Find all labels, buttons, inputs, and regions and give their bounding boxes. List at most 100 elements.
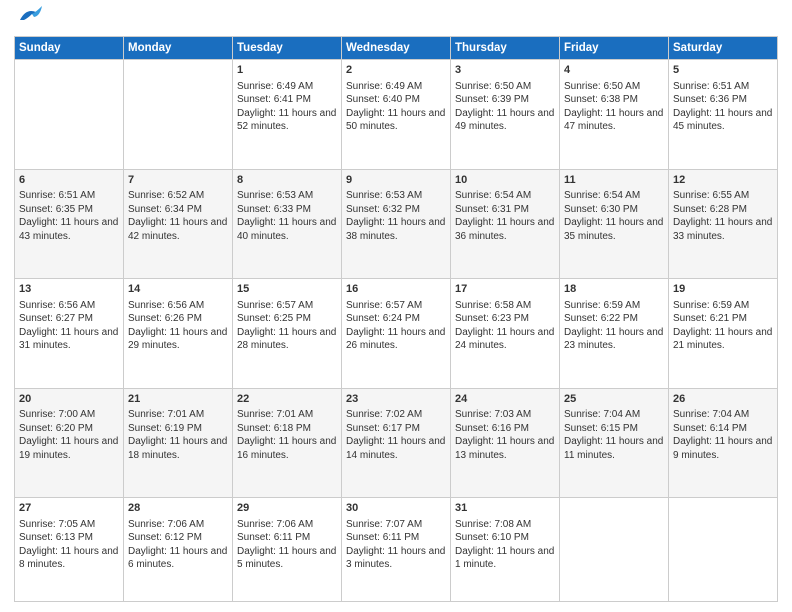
table-row: 19Sunrise: 6:59 AMSunset: 6:21 PMDayligh… (669, 279, 778, 389)
sunset-text: Sunset: 6:41 PM (237, 93, 337, 107)
sunrise-text: Sunrise: 6:53 AM (237, 189, 337, 203)
sunrise-text: Sunrise: 7:00 AM (19, 408, 119, 422)
daylight-text: Daylight: 11 hours and 18 minutes. (128, 435, 228, 462)
table-row: 23Sunrise: 7:02 AMSunset: 6:17 PMDayligh… (342, 388, 451, 498)
daylight-text: Daylight: 11 hours and 45 minutes. (673, 107, 773, 134)
table-row: 5Sunrise: 6:51 AMSunset: 6:36 PMDaylight… (669, 60, 778, 170)
daylight-text: Daylight: 11 hours and 40 minutes. (237, 216, 337, 243)
daylight-text: Daylight: 11 hours and 50 minutes. (346, 107, 446, 134)
sunrise-text: Sunrise: 6:56 AM (128, 299, 228, 313)
sunset-text: Sunset: 6:32 PM (346, 203, 446, 217)
day-number: 5 (673, 63, 773, 78)
daylight-text: Daylight: 11 hours and 9 minutes. (673, 435, 773, 462)
table-row: 8Sunrise: 6:53 AMSunset: 6:33 PMDaylight… (233, 169, 342, 279)
day-number: 28 (128, 501, 228, 516)
sunset-text: Sunset: 6:36 PM (673, 93, 773, 107)
daylight-text: Daylight: 11 hours and 11 minutes. (564, 435, 664, 462)
sunrise-text: Sunrise: 6:56 AM (19, 299, 119, 313)
table-row: 13Sunrise: 6:56 AMSunset: 6:27 PMDayligh… (15, 279, 124, 389)
table-row: 14Sunrise: 6:56 AMSunset: 6:26 PMDayligh… (124, 279, 233, 389)
sunset-text: Sunset: 6:16 PM (455, 422, 555, 436)
sunset-text: Sunset: 6:11 PM (346, 531, 446, 545)
daylight-text: Daylight: 11 hours and 49 minutes. (455, 107, 555, 134)
calendar-header-row: Sunday Monday Tuesday Wednesday Thursday… (15, 37, 778, 60)
sunrise-text: Sunrise: 7:05 AM (19, 518, 119, 532)
sunset-text: Sunset: 6:11 PM (237, 531, 337, 545)
sunset-text: Sunset: 6:39 PM (455, 93, 555, 107)
table-row: 1Sunrise: 6:49 AMSunset: 6:41 PMDaylight… (233, 60, 342, 170)
sunrise-text: Sunrise: 7:01 AM (237, 408, 337, 422)
sunset-text: Sunset: 6:25 PM (237, 312, 337, 326)
col-wednesday: Wednesday (342, 37, 451, 60)
day-number: 18 (564, 282, 664, 297)
sunrise-text: Sunrise: 6:54 AM (564, 189, 664, 203)
day-number: 31 (455, 501, 555, 516)
sunrise-text: Sunrise: 6:53 AM (346, 189, 446, 203)
table-row: 15Sunrise: 6:57 AMSunset: 6:25 PMDayligh… (233, 279, 342, 389)
sunrise-text: Sunrise: 6:50 AM (455, 80, 555, 94)
table-row: 31Sunrise: 7:08 AMSunset: 6:10 PMDayligh… (451, 498, 560, 602)
sunset-text: Sunset: 6:38 PM (564, 93, 664, 107)
table-row: 29Sunrise: 7:06 AMSunset: 6:11 PMDayligh… (233, 498, 342, 602)
day-number: 19 (673, 282, 773, 297)
sunset-text: Sunset: 6:21 PM (673, 312, 773, 326)
sunrise-text: Sunrise: 7:01 AM (128, 408, 228, 422)
daylight-text: Daylight: 11 hours and 43 minutes. (19, 216, 119, 243)
col-friday: Friday (560, 37, 669, 60)
sunrise-text: Sunrise: 6:55 AM (673, 189, 773, 203)
calendar: Sunday Monday Tuesday Wednesday Thursday… (14, 36, 778, 602)
daylight-text: Daylight: 11 hours and 8 minutes. (19, 545, 119, 572)
day-number: 21 (128, 392, 228, 407)
daylight-text: Daylight: 11 hours and 33 minutes. (673, 216, 773, 243)
col-sunday: Sunday (15, 37, 124, 60)
daylight-text: Daylight: 11 hours and 47 minutes. (564, 107, 664, 134)
col-tuesday: Tuesday (233, 37, 342, 60)
sunrise-text: Sunrise: 6:59 AM (564, 299, 664, 313)
table-row (15, 60, 124, 170)
sunrise-text: Sunrise: 7:04 AM (673, 408, 773, 422)
day-number: 24 (455, 392, 555, 407)
daylight-text: Daylight: 11 hours and 14 minutes. (346, 435, 446, 462)
table-row: 25Sunrise: 7:04 AMSunset: 6:15 PMDayligh… (560, 388, 669, 498)
day-number: 2 (346, 63, 446, 78)
day-number: 25 (564, 392, 664, 407)
day-number: 20 (19, 392, 119, 407)
table-row: 17Sunrise: 6:58 AMSunset: 6:23 PMDayligh… (451, 279, 560, 389)
sunset-text: Sunset: 6:12 PM (128, 531, 228, 545)
daylight-text: Daylight: 11 hours and 36 minutes. (455, 216, 555, 243)
sunset-text: Sunset: 6:15 PM (564, 422, 664, 436)
daylight-text: Daylight: 11 hours and 13 minutes. (455, 435, 555, 462)
daylight-text: Daylight: 11 hours and 38 minutes. (346, 216, 446, 243)
daylight-text: Daylight: 11 hours and 28 minutes. (237, 326, 337, 353)
sunrise-text: Sunrise: 6:54 AM (455, 189, 555, 203)
day-number: 16 (346, 282, 446, 297)
table-row: 10Sunrise: 6:54 AMSunset: 6:31 PMDayligh… (451, 169, 560, 279)
day-number: 15 (237, 282, 337, 297)
table-row (560, 498, 669, 602)
day-number: 1 (237, 63, 337, 78)
day-number: 3 (455, 63, 555, 78)
day-number: 14 (128, 282, 228, 297)
sunset-text: Sunset: 6:35 PM (19, 203, 119, 217)
sunrise-text: Sunrise: 6:59 AM (673, 299, 773, 313)
daylight-text: Daylight: 11 hours and 1 minute. (455, 545, 555, 572)
table-row: 3 Sunrise: 6:50 AMSunset: 6:39 PMDaylight… (451, 60, 560, 170)
day-number: 4 (564, 63, 664, 78)
table-row: 26Sunrise: 7:04 AMSunset: 6:14 PMDayligh… (669, 388, 778, 498)
daylight-text: Daylight: 11 hours and 16 minutes. (237, 435, 337, 462)
sunset-text: Sunset: 6:14 PM (673, 422, 773, 436)
sunrise-text: Sunrise: 6:49 AM (346, 80, 446, 94)
daylight-text: Daylight: 11 hours and 31 minutes. (19, 326, 119, 353)
daylight-text: Daylight: 11 hours and 29 minutes. (128, 326, 228, 353)
daylight-text: Daylight: 11 hours and 24 minutes. (455, 326, 555, 353)
sunrise-text: Sunrise: 6:51 AM (19, 189, 119, 203)
table-row: 7Sunrise: 6:52 AMSunset: 6:34 PMDaylight… (124, 169, 233, 279)
day-number: 17 (455, 282, 555, 297)
daylight-text: Daylight: 11 hours and 19 minutes. (19, 435, 119, 462)
sunset-text: Sunset: 6:31 PM (455, 203, 555, 217)
day-number: 12 (673, 173, 773, 188)
table-row: 16Sunrise: 6:57 AMSunset: 6:24 PMDayligh… (342, 279, 451, 389)
sunrise-text: Sunrise: 7:06 AM (128, 518, 228, 532)
sunrise-text: Sunrise: 6:49 AM (237, 80, 337, 94)
sunset-text: Sunset: 6:24 PM (346, 312, 446, 326)
